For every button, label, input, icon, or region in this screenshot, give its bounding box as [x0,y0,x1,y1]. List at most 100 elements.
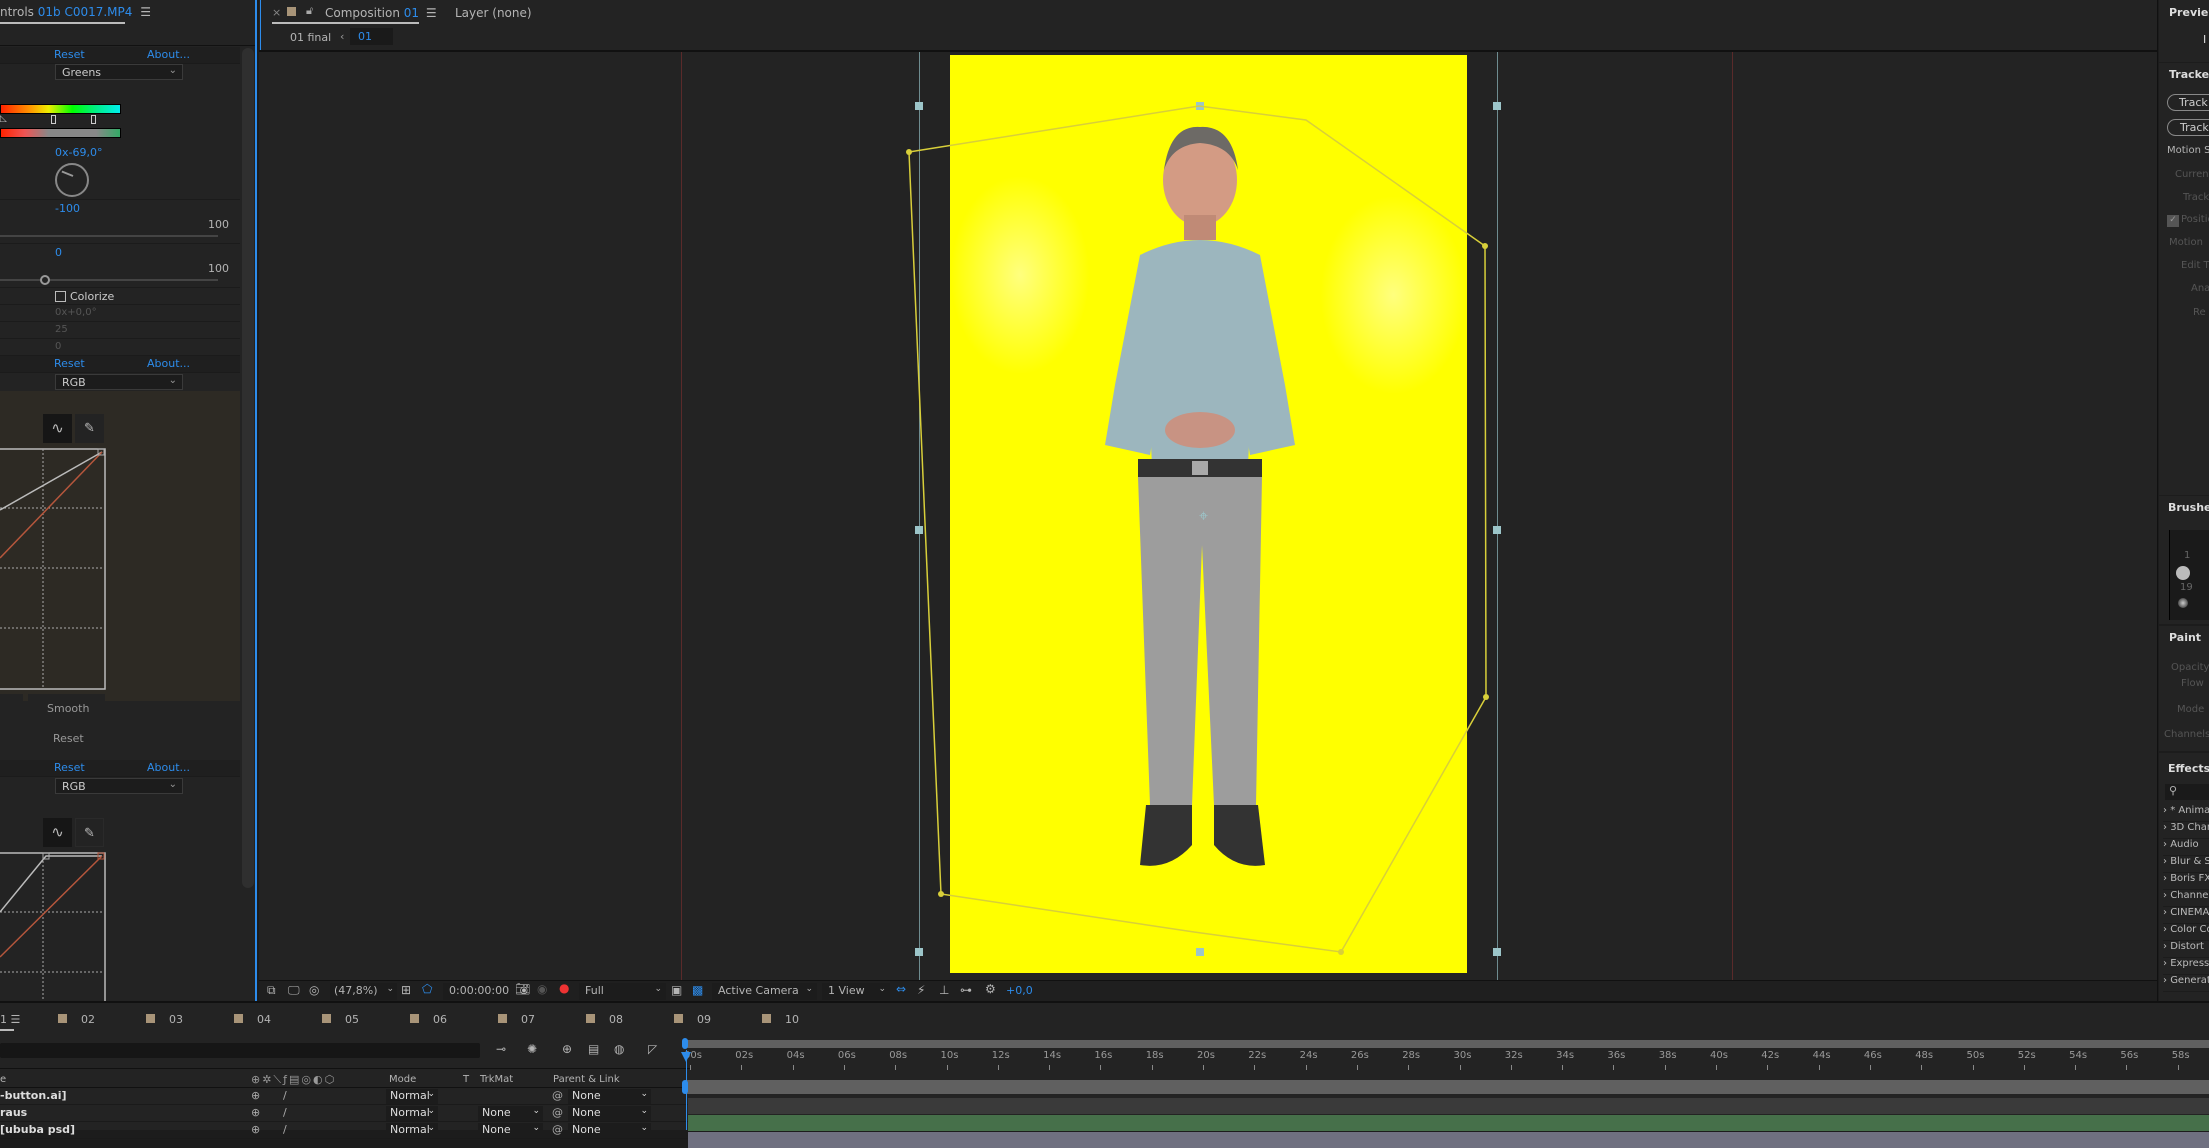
panel-menu-icon[interactable]: ☰ [140,5,151,19]
always-preview-icon[interactable]: ⧉ [267,983,276,998]
magnification-dropdown[interactable]: (47,8%) ⌄ [330,983,397,1000]
exposure-reset-icon[interactable]: ⚙ [985,982,996,996]
curves-channel-dropdown-2[interactable]: RGB ⌄ [55,778,183,794]
shy-switch-icon[interactable]: ⊕ [251,1089,260,1102]
camera-dropdown[interactable]: Active Camera ⌄ [712,983,817,1000]
work-area-bar[interactable] [685,1080,2209,1094]
shy-switch-icon[interactable]: ⊕ [251,1106,260,1119]
channel-rgb-icon[interactable]: ● [559,981,569,995]
effects-category-item[interactable]: › Channel [2163,890,2209,907]
graph-editor-icon[interactable]: ◸ [648,1042,657,1056]
play-icon[interactable]: I [2203,33,2206,46]
hue-value[interactable]: 0x-69,0° [55,146,102,159]
effects-category-item[interactable]: › Boris FX [2163,873,2209,890]
layer-row[interactable]: [ububa psd] ⊕ / Normal ⌄ None ⌄ @ None ⌄ [0,1122,690,1139]
curves-side-button[interactable] [0,694,23,724]
blend-mode-dropdown[interactable]: Normal ⌄ [386,1123,438,1138]
timeline-tab[interactable]: 03 [146,1013,183,1026]
pencil-tool-icon[interactable]: ✎ [75,818,104,847]
effects-category-item[interactable]: › Color Correction [2163,924,2209,941]
track-matte-dropdown[interactable]: None ⌄ [478,1123,543,1138]
reset-curve-button[interactable]: Reset [53,732,84,745]
timeline-tab[interactable]: 04 [234,1013,271,1026]
track-motion-button[interactable]: Track Motion [2167,119,2209,136]
channel-control-dropdown[interactable]: Greens ⌄ [55,64,183,80]
column-header-parent[interactable]: Parent & Link [553,1074,620,1085]
pick-whip-icon[interactable]: @ [552,1089,563,1102]
shy-layers-icon[interactable]: ⊕ [562,1042,572,1056]
curves-channel-dropdown[interactable]: RGB ⌄ [55,374,183,390]
effects-category-item[interactable]: › Blur & Sharpen [2163,856,2209,873]
fast-previews-icon[interactable]: ⚡ [917,983,925,997]
work-area-start-handle[interactable] [682,1080,688,1094]
brush-tip-grid[interactable]: 1 19 [2169,530,2209,620]
timeline-tab[interactable]: 02 [58,1013,95,1026]
effects-category-item[interactable]: › Audio [2163,839,2209,856]
composition-viewer[interactable]: ⌖ [259,52,2157,980]
navigator-start-handle[interactable] [682,1038,688,1049]
panel-menu-icon[interactable]: ☰ [426,6,437,20]
layer-duration-bar[interactable] [688,1132,2209,1148]
quality-switch-icon[interactable]: / [283,1089,287,1102]
snapshot-camera-icon[interactable]: 📷︎ [515,982,530,996]
parent-dropdown[interactable]: None ⌄ [568,1089,651,1104]
close-tab-icon[interactable]: × [272,6,281,19]
quality-switch-icon[interactable]: / [283,1106,287,1119]
layer-search-input[interactable] [0,1043,480,1058]
breadcrumb-parent[interactable]: 01 final [290,31,331,44]
pencil-tool-icon[interactable]: ✎ [75,414,104,443]
transparency-grid-icon[interactable]: ▩ [692,983,703,997]
range-handle[interactable] [91,115,96,124]
column-header-trkmat[interactable]: TrkMat [480,1074,513,1085]
show-snapshot-icon[interactable]: ◉ [537,982,547,996]
edit-target-button[interactable]: Edit T [2181,260,2209,271]
track-camera-button[interactable]: Track Camera [2167,94,2209,111]
layer-name[interactable]: raus [0,1106,27,1119]
reset-link[interactable]: Reset [54,357,85,370]
layer-duration-bar[interactable] [688,1115,2209,1131]
timeline-tab[interactable]: 07 [498,1013,535,1026]
resolution-dropdown[interactable]: Full ⌄ [579,983,666,1000]
pick-whip-icon[interactable]: @ [552,1106,563,1119]
breadcrumb-current[interactable]: 01 [350,28,393,45]
layer-name[interactable]: -button.ai] [0,1089,67,1102]
draft-3d-icon[interactable]: ✺ [527,1042,537,1056]
composition-tab[interactable]: Composition 01 ☰ [325,6,437,20]
chevron-left-icon[interactable]: ‹ [340,30,344,43]
flowchart-icon[interactable]: ⊶ [960,983,972,997]
frame-blending-icon[interactable]: ▤ [588,1042,599,1056]
region-of-interest-icon[interactable]: ▣ [671,983,682,997]
timeline-tab[interactable]: 05 [322,1013,359,1026]
effects-category-item[interactable]: › CINEMA 4D [2163,907,2209,924]
playhead-icon[interactable] [681,1052,691,1062]
about-link[interactable]: About... [147,761,190,774]
parent-dropdown[interactable]: None ⌄ [568,1123,651,1138]
toggle-mask-icon[interactable]: ⬠ [422,982,432,996]
mask-visibility-icon[interactable]: ◎ [309,983,319,997]
timeline-tab[interactable]: 08 [586,1013,623,1026]
blend-mode-dropdown[interactable]: Normal ⌄ [386,1089,438,1104]
effects-category-item[interactable]: › 3D Channel [2163,822,2209,839]
hue-dial[interactable] [55,163,89,197]
reset-button[interactable]: Re [2193,307,2206,318]
effect-controls-scrollbar[interactable] [242,48,254,888]
effects-category-item[interactable]: › * Animation Presets [2163,805,2209,822]
column-header-trackmatte-t[interactable]: T [463,1074,469,1085]
motion-blur-icon[interactable]: ◍ [614,1042,624,1056]
timeline-tab[interactable]: 09 [674,1013,711,1026]
saturation-value[interactable]: -100 [55,202,80,215]
bezier-curve-tool-icon[interactable]: ∿ [43,414,72,443]
effects-search-input[interactable]: ⚲ [2165,784,2209,800]
reset-link[interactable]: Reset [54,761,85,774]
position-checkbox[interactable]: ✓ [2167,215,2179,227]
slider-thumb[interactable] [40,275,50,285]
hue-range-handles[interactable]: ◺ [0,113,121,127]
curves-graph-2[interactable] [0,852,108,1001]
saturation-slider[interactable] [0,235,218,237]
layer-tab[interactable]: Layer (none) [455,6,532,20]
exposure-value[interactable]: +0,0 [1006,984,1033,997]
layer-duration-bar[interactable] [688,1098,2209,1114]
effects-category-item[interactable]: › Distort [2163,941,2209,958]
colorize-checkbox[interactable] [55,291,66,302]
lightness-value[interactable]: 0 [55,246,62,259]
